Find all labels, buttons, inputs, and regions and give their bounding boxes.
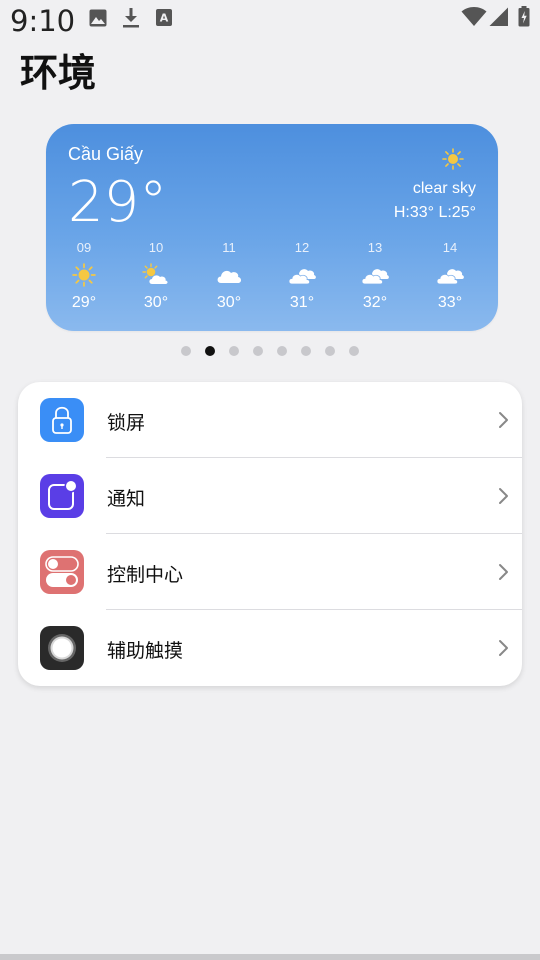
navigation-bar <box>0 954 540 960</box>
page-dot[interactable] <box>181 346 191 356</box>
hour-temp: 32° <box>362 294 388 311</box>
hour-time: 13 <box>367 240 383 255</box>
partly-cloudy-icon <box>126 260 186 290</box>
svg-text:A: A <box>160 12 169 25</box>
settings-item-label: 辅助触摸 <box>107 640 184 662</box>
clouds-icon <box>420 260 480 290</box>
hour-temp: 29° <box>71 294 97 311</box>
weather-city: Cầu Giấy <box>68 144 144 164</box>
settings-item-label: 通知 <box>107 488 146 510</box>
settings-item-assistive-touch[interactable]: 辅助触摸 <box>18 610 522 686</box>
page-dot[interactable] <box>253 346 263 356</box>
chevron-right-icon <box>496 410 510 430</box>
image-icon <box>89 9 107 32</box>
clouds-icon <box>345 260 405 290</box>
hour-temp: 31° <box>289 294 315 311</box>
settings-item-label: 控制中心 <box>107 564 184 586</box>
chevron-right-icon <box>496 638 510 658</box>
page-dot[interactable] <box>349 346 359 356</box>
hourly-item: 14 33° <box>420 240 480 312</box>
weather-high-low: H:33° L:25° <box>393 204 476 221</box>
settings-item-control-center[interactable]: 控制中心 <box>18 534 522 610</box>
page-dot[interactable] <box>277 346 287 356</box>
weather-condition: clear sky <box>412 180 476 197</box>
page-dot-active[interactable] <box>205 346 215 356</box>
sun-icon <box>442 148 464 175</box>
wifi-icon <box>461 7 487 32</box>
font-a-icon: A <box>156 9 172 31</box>
page-dot[interactable] <box>229 346 239 356</box>
hour-temp: 30° <box>143 294 169 311</box>
hour-time: 12 <box>294 240 310 255</box>
settings-item-notifications[interactable]: 通知 <box>18 458 522 534</box>
battery-icon <box>518 6 530 32</box>
hourly-item: 09 29° <box>54 240 114 312</box>
hour-temp: 30° <box>216 294 242 311</box>
settings-item-label: 锁屏 <box>107 412 146 434</box>
hour-time: 09 <box>76 240 92 255</box>
hourly-item: 10 30° <box>126 240 186 312</box>
settings-item-lock-screen[interactable]: 锁屏 <box>18 382 522 458</box>
screen: 9:10 A 环境 Cầu Giấy 29° clear sky H:33° L… <box>0 0 540 960</box>
page-title: 环境 <box>20 51 97 95</box>
clouds-icon <box>272 260 332 290</box>
hourly-item: 12 31° <box>272 240 332 312</box>
page-indicator[interactable] <box>0 346 540 358</box>
signal-icon <box>489 7 509 32</box>
hour-time: 10 <box>148 240 164 255</box>
page-dot[interactable] <box>325 346 335 356</box>
weather-widget[interactable]: Cầu Giấy 29° clear sky H:33° L:25° 09 29… <box>46 124 498 331</box>
weather-temperature: 29° <box>68 170 168 235</box>
hourly-forecast: 09 29° 10 30° 11 30° 12 31° 13 32° 14 33… <box>46 240 498 320</box>
sun-icon <box>54 260 114 290</box>
toggle-icon <box>40 550 84 594</box>
chevron-right-icon <box>496 562 510 582</box>
status-bar: 9:10 A <box>0 0 540 40</box>
lock-icon <box>40 398 84 442</box>
settings-list: 锁屏 通知 控制中心 辅助触摸 <box>18 382 522 686</box>
hour-temp: 33° <box>437 294 463 311</box>
hour-time: 14 <box>442 240 458 255</box>
notification-icon <box>40 474 84 518</box>
page-dot[interactable] <box>301 346 311 356</box>
cloud-icon <box>199 260 259 290</box>
assistive-touch-icon <box>40 626 84 670</box>
hourly-item: 11 30° <box>199 240 259 312</box>
chevron-right-icon <box>496 486 510 506</box>
hour-time: 11 <box>222 240 236 255</box>
hourly-item: 13 32° <box>345 240 405 312</box>
download-icon <box>122 8 140 33</box>
status-time: 9:10 <box>10 4 76 38</box>
